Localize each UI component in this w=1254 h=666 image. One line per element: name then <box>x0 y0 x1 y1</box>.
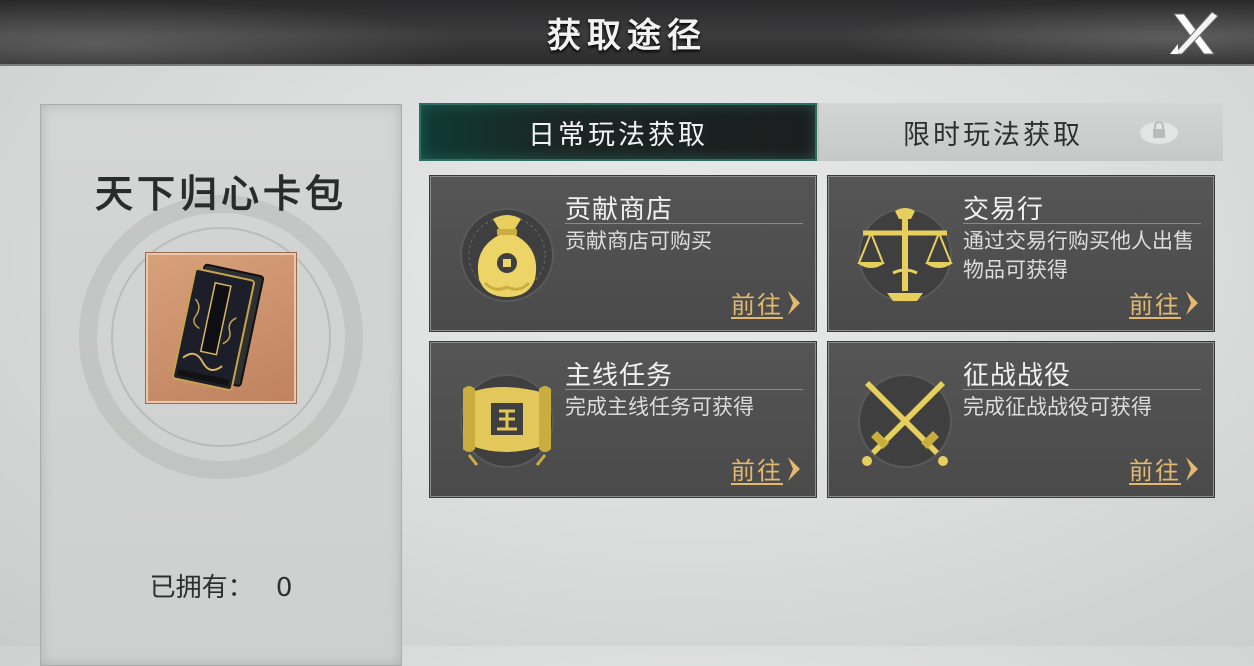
page-title: 获取途径 <box>547 16 707 56</box>
go-button[interactable]: 前往 <box>731 451 803 486</box>
tab-label: 限时玩法获取 <box>903 119 1083 151</box>
card-pack-icon <box>172 263 265 391</box>
source-name: 主线任务 <box>565 361 674 391</box>
go-button[interactable]: 前往 <box>1129 451 1201 486</box>
source-description: 完成征战战役可获得 <box>963 395 1152 419</box>
tab-bar: 日常玩法获取 限时玩法获取 <box>419 103 1223 161</box>
go-label: 前往 <box>1129 457 1181 485</box>
item-panel: 天下归心卡包 已拥有： 0 <box>40 104 402 666</box>
owned-label: 已拥有： <box>149 573 254 603</box>
tab-daily-play[interactable]: 日常玩法获取 <box>419 103 817 161</box>
go-label: 前往 <box>731 291 783 319</box>
source-description: 完成主线任务可获得 <box>565 395 754 419</box>
item-icon-frame <box>146 253 296 403</box>
source-name: 贡献商店 <box>565 195 674 225</box>
close-icon <box>1170 11 1219 55</box>
go-button[interactable]: 前往 <box>1129 285 1201 320</box>
source-card-main-quest[interactable]: 主线任务 完成主线任务可获得 前往 <box>429 341 817 498</box>
go-button[interactable]: 前往 <box>731 285 803 320</box>
scroll-icon <box>460 374 554 468</box>
scales-icon <box>857 208 953 302</box>
source-description: 通过交易行购买他人出售物品可获得 <box>963 229 1194 282</box>
money-bag-icon <box>460 208 554 302</box>
tab-label: 日常玩法获取 <box>528 119 708 151</box>
divider <box>963 389 1201 390</box>
tab-limited-time-play[interactable]: 限时玩法获取 <box>819 103 1223 161</box>
item-name: 天下归心卡包 <box>94 171 347 216</box>
chevron-right-icon <box>1186 290 1198 315</box>
source-card-trading-house[interactable]: 交易行 通过交易行购买他人出售物品可获得 前往 <box>827 175 1215 332</box>
divider <box>565 223 803 224</box>
source-name: 征战战役 <box>963 361 1072 391</box>
source-card-campaign[interactable]: 征战战役 完成征战战役可获得 前往 <box>827 341 1215 498</box>
divider <box>565 389 803 390</box>
lock-icon <box>1140 121 1178 144</box>
go-label: 前往 <box>1129 291 1181 319</box>
chevron-right-icon <box>1186 456 1198 481</box>
divider <box>963 223 1201 224</box>
go-label: 前往 <box>731 457 783 485</box>
close-button[interactable] <box>1168 10 1220 58</box>
source-description: 贡献商店可购买 <box>565 229 712 253</box>
owned-value: 0 <box>275 573 293 603</box>
source-card-contribution-shop[interactable]: 贡献商店 贡献商店可购买 前往 <box>429 175 817 332</box>
source-name: 交易行 <box>963 195 1045 225</box>
owned-count: 已拥有： 0 <box>41 567 401 604</box>
chevron-right-icon <box>788 456 800 481</box>
crossed-swords-icon <box>858 374 952 468</box>
header-bar: 获取途径 <box>0 0 1254 66</box>
chevron-right-icon <box>788 290 800 315</box>
